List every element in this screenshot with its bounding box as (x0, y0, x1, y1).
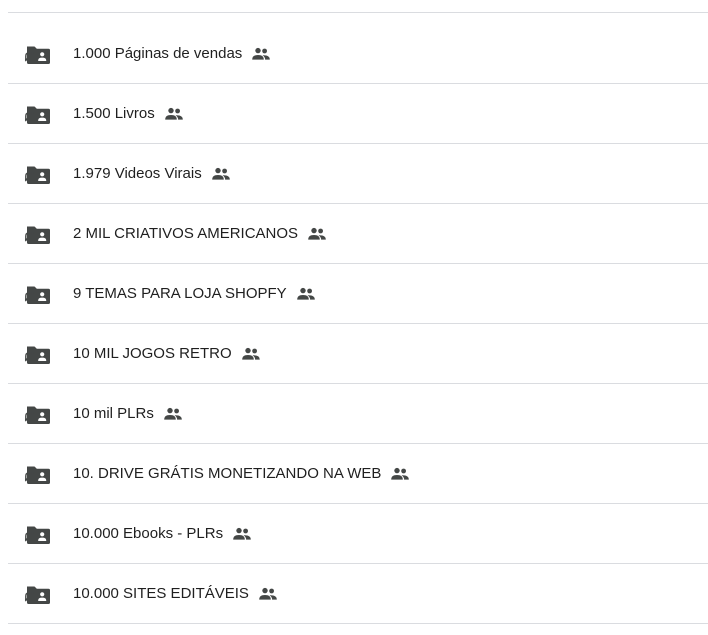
people-icon (232, 527, 252, 541)
file-row-label: 1.500 Livros (73, 104, 155, 122)
shared-folder-shortcut-icon (25, 103, 51, 125)
list-top-divider (8, 12, 708, 13)
file-row-label: 9 TEMAS PARA LOJA SHOPFY (73, 284, 287, 302)
file-row-7[interactable]: 10 mil PLRs (8, 384, 708, 444)
shared-folder-shortcut-icon (25, 523, 51, 545)
file-row-label: 1.000 Páginas de vendas (73, 44, 243, 62)
people-icon (164, 107, 184, 121)
file-row-label: 2 MIL CRIATIVOS AMERICANOS (73, 224, 299, 242)
shared-folder-shortcut-icon (25, 343, 51, 365)
file-rows: 1.000 Páginas de vendas 1.500 Livros 1.9… (8, 24, 708, 624)
file-row-label: 10 mil PLRs (73, 404, 154, 422)
file-row-label: 10.000 SITES EDITÁVEIS (73, 584, 249, 602)
file-row-9[interactable]: 10.000 Ebooks - PLRs (8, 504, 708, 564)
file-row-label: 10 MIL JOGOS RETRO (73, 344, 232, 362)
file-row-2[interactable]: 1.500 Livros (8, 84, 708, 144)
people-icon (258, 587, 278, 601)
people-icon (211, 167, 231, 181)
file-row-6[interactable]: 10 MIL JOGOS RETRO (8, 324, 708, 384)
file-row-1[interactable]: 1.000 Páginas de vendas (8, 24, 708, 84)
file-list: 1.000 Páginas de vendas 1.500 Livros 1.9… (8, 0, 708, 624)
shared-folder-shortcut-icon (25, 163, 51, 185)
file-row-4[interactable]: 2 MIL CRIATIVOS AMERICANOS (8, 204, 708, 264)
shared-folder-shortcut-icon (25, 223, 51, 245)
file-row-3[interactable]: 1.979 Videos Virais (8, 144, 708, 204)
file-row-5[interactable]: 9 TEMAS PARA LOJA SHOPFY (8, 264, 708, 324)
file-row-label: 10.000 Ebooks - PLRs (73, 524, 224, 542)
people-icon (307, 227, 327, 241)
shared-folder-shortcut-icon (25, 583, 51, 605)
people-icon (251, 47, 271, 61)
file-row-label: 10. DRIVE GRÁTIS MONETIZANDO NA WEB (73, 464, 382, 482)
file-row-10[interactable]: 10.000 SITES EDITÁVEIS (8, 564, 708, 624)
shared-folder-shortcut-icon (25, 403, 51, 425)
people-icon (296, 287, 316, 301)
shared-folder-shortcut-icon (25, 43, 51, 65)
file-row-8[interactable]: 10. DRIVE GRÁTIS MONETIZANDO NA WEB (8, 444, 708, 504)
people-icon (390, 467, 410, 481)
file-row-label: 1.979 Videos Virais (73, 164, 202, 182)
shared-folder-shortcut-icon (25, 463, 51, 485)
shared-folder-shortcut-icon (25, 283, 51, 305)
people-icon (163, 407, 183, 421)
people-icon (241, 347, 261, 361)
